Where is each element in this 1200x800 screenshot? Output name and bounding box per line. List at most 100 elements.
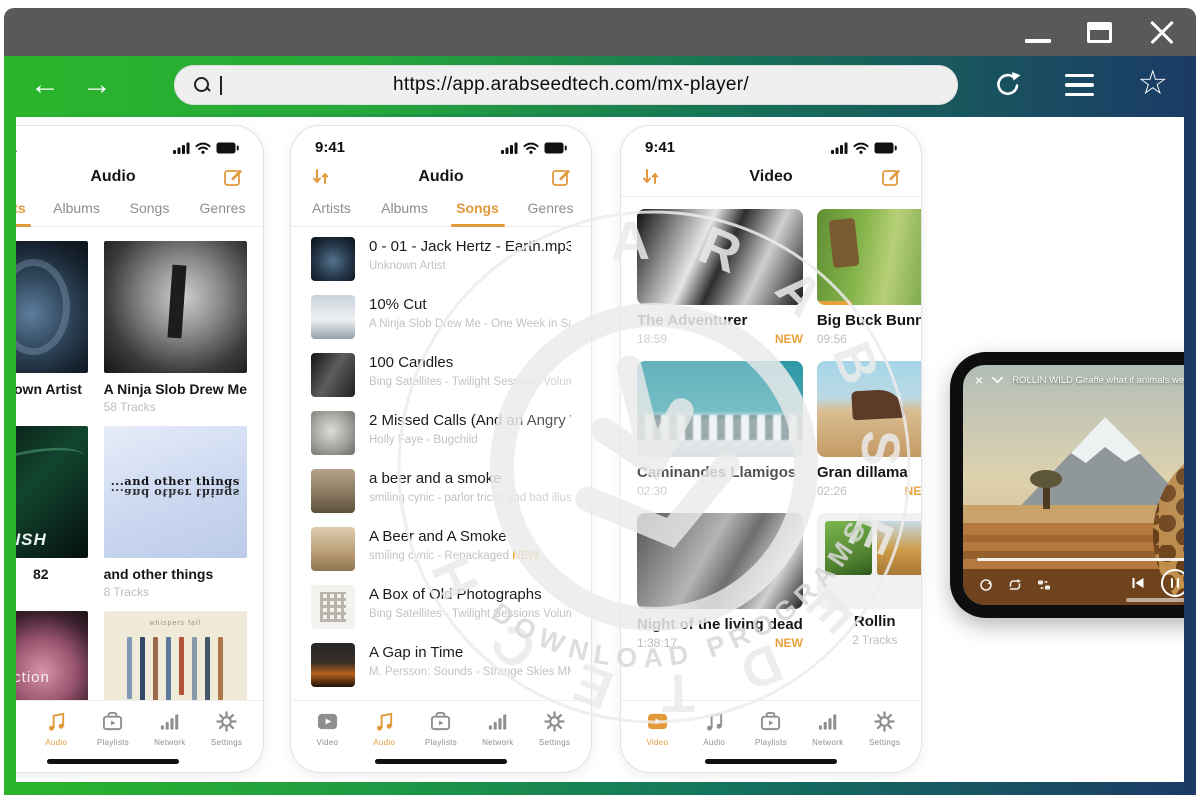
bookmark-star-icon[interactable]: ☆ xyxy=(1138,66,1168,100)
edit-icon[interactable] xyxy=(551,167,571,187)
home-indicator[interactable] xyxy=(375,759,507,764)
battery-icon xyxy=(216,142,239,154)
artist-name: 82 xyxy=(16,566,88,582)
song-art xyxy=(311,295,355,339)
nav-item-video[interactable]: Video xyxy=(299,711,356,772)
artist-tracks xyxy=(16,400,88,414)
address-bar[interactable] xyxy=(174,65,958,105)
forward-button[interactable]: → xyxy=(82,70,112,100)
signal-icon xyxy=(501,142,518,154)
edit-icon[interactable] xyxy=(881,167,901,187)
song-row[interactable]: 2 Missed Calls (And an Angry Voice... Ho… xyxy=(311,411,571,469)
tab-artists[interactable]: Artists xyxy=(295,200,368,216)
wifi-icon xyxy=(195,142,211,154)
song-art xyxy=(311,411,355,455)
album-art[interactable]: ...and other things ...and other things xyxy=(104,426,247,558)
album-art[interactable] xyxy=(104,241,247,373)
video-card[interactable]: Big Buck Bunny 09:56 xyxy=(817,209,922,346)
rotate-screen-icon[interactable] xyxy=(979,578,993,592)
video-thumbnail[interactable] xyxy=(637,209,803,305)
close-icon[interactable]: × xyxy=(975,373,983,387)
page-title: Audio xyxy=(90,168,135,186)
tab-genres[interactable]: Genres xyxy=(514,200,587,216)
artist-card[interactable]: Unknown Artist xyxy=(16,241,88,414)
repeat-icon[interactable] xyxy=(1008,578,1022,592)
menu-icon[interactable] xyxy=(1065,74,1094,96)
song-art xyxy=(311,353,355,397)
pause-icon[interactable] xyxy=(1161,569,1184,597)
previous-track-icon[interactable] xyxy=(1131,576,1145,590)
song-subtitle: Unknown Artist xyxy=(369,260,571,272)
artist-card[interactable]: A Ninja Slob Drew Me 58 Tracks xyxy=(104,241,247,414)
nav-item-settings[interactable]: Settings xyxy=(526,711,583,772)
song-art xyxy=(311,643,355,687)
video-card[interactable]: Night of the living dead 1:38:17NEW xyxy=(637,513,803,650)
video-thumbnail[interactable] xyxy=(637,361,803,457)
song-row[interactable]: 100 Candles Bing Satellites - Twilight S… xyxy=(311,353,571,411)
back-button[interactable]: ← xyxy=(30,70,60,100)
tab-artists[interactable]: Artists xyxy=(16,200,40,216)
song-title: 2 Missed Calls (And an Angry Voice... xyxy=(369,412,571,429)
phone-mockup-audio-artists: 9:41 Audio Artists Albums Songs xyxy=(16,125,264,773)
song-row[interactable]: a beer and a smoke smiling cynic - parlo… xyxy=(311,469,571,527)
song-list: 0 - 01 - Jack Hertz - Earth.mp3 Unknown … xyxy=(291,227,591,759)
status-icons xyxy=(173,142,239,154)
seek-bar[interactable] xyxy=(977,558,1184,561)
song-row[interactable]: 10% Cut A Ninja Slob Drew Me - One Week … xyxy=(311,295,571,353)
nav-item-video[interactable]: Video xyxy=(629,711,686,772)
sort-icon[interactable] xyxy=(311,167,331,187)
page-title: Video xyxy=(749,168,792,186)
maximize-button[interactable] xyxy=(1087,22,1112,43)
nav-item-settings[interactable]: Settings xyxy=(856,711,913,772)
video-thumbnail[interactable] xyxy=(817,209,922,305)
home-indicator[interactable] xyxy=(47,759,179,764)
video-title: Caminandes Llamigos xyxy=(637,464,803,481)
url-input[interactable] xyxy=(222,73,958,97)
video-thumbnail[interactable] xyxy=(817,361,922,457)
new-badge: NEW xyxy=(512,550,539,562)
tab-genres[interactable]: Genres xyxy=(186,200,259,216)
artist-card[interactable]: AMISH 82 xyxy=(16,426,88,599)
video-card[interactable]: Gran dillama 02:26NEW xyxy=(817,361,922,498)
playlists-icon xyxy=(760,711,781,732)
song-art xyxy=(311,585,355,629)
artist-card[interactable]: ...and other things ...and other things … xyxy=(104,426,247,599)
tab-songs[interactable]: Songs xyxy=(113,200,186,216)
video-title: Night of the living dead xyxy=(637,616,803,633)
tab-songs[interactable]: Songs xyxy=(441,200,514,216)
nav-item-settings[interactable]: Settings xyxy=(198,711,255,772)
artist-name: A Ninja Slob Drew Me xyxy=(104,381,247,397)
video-title: Rollin xyxy=(817,613,922,630)
song-row[interactable]: A Gap in Time M. Persson: Sounds - Stran… xyxy=(311,643,571,701)
video-grid: The Adventurer 18:59NEW Big Buck Bunny 0… xyxy=(621,197,921,650)
wifi-icon xyxy=(523,142,539,154)
song-row[interactable]: 0 - 01 - Jack Hertz - Earth.mp3 Unknown … xyxy=(311,237,571,295)
song-subtitle: smiling cynic - parlor tricks and bad il… xyxy=(369,492,571,504)
video-card[interactable]: Caminandes Llamigos 02:30 xyxy=(637,361,803,498)
song-art xyxy=(311,237,355,281)
video-folder-thumbnail[interactable] xyxy=(817,513,922,609)
edit-icon[interactable] xyxy=(223,167,243,187)
close-button[interactable] xyxy=(1148,18,1176,46)
home-indicator[interactable] xyxy=(705,759,837,764)
album-art[interactable]: AMISH xyxy=(16,426,88,558)
video-player-screen[interactable]: × ROLLIN WILD Giraffe what if animals we… xyxy=(963,365,1184,605)
video-folder-card[interactable]: Rollin 2 Tracks xyxy=(817,513,922,650)
video-thumbnail[interactable] xyxy=(637,513,803,609)
ab-loop-icon[interactable] xyxy=(1037,578,1051,592)
chevron-down-icon[interactable] xyxy=(992,376,1003,384)
album-art-text: AMISH xyxy=(16,530,47,550)
nav-item-video[interactable]: Video xyxy=(16,711,28,772)
album-art[interactable] xyxy=(16,241,88,373)
minimize-button[interactable] xyxy=(1025,39,1051,43)
refresh-icon[interactable] xyxy=(993,71,1021,99)
song-row[interactable]: A Box of Old Photographs Bing Satellites… xyxy=(311,585,571,643)
tab-albums[interactable]: Albums xyxy=(368,200,441,216)
sort-icon[interactable] xyxy=(641,167,661,187)
tab-albums[interactable]: Albums xyxy=(40,200,113,216)
song-row[interactable]: A Beer and A Smoke smiling cynic - Repac… xyxy=(311,527,571,585)
music-note-icon xyxy=(46,711,67,732)
folder-thumb xyxy=(877,521,922,575)
video-card[interactable]: The Adventurer 18:59NEW xyxy=(637,209,803,346)
song-title: 100 Candles xyxy=(369,354,571,371)
